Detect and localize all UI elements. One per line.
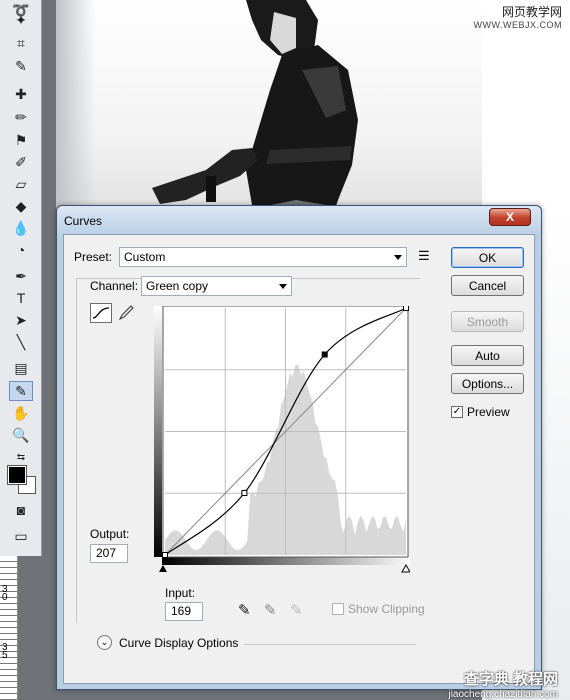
ok-button[interactable]: OK xyxy=(451,247,524,268)
dialog-title: Curves xyxy=(64,214,103,228)
preset-value: Custom xyxy=(124,250,166,264)
brush-tool-icon[interactable]: ✏ xyxy=(9,107,33,127)
paint-bucket-tool-icon[interactable]: ◆ xyxy=(9,196,33,216)
channel-dropdown[interactable]: Green copy xyxy=(141,276,292,296)
screen-mode-icon[interactable]: ▭ xyxy=(9,526,33,546)
vertical-ruler: 3 0 3 5 xyxy=(0,556,18,700)
quick-mask-icon[interactable]: ◙ xyxy=(9,500,33,520)
black-eyedropper-icon[interactable]: ✎ xyxy=(238,601,251,619)
chevron-down-icon xyxy=(394,255,402,260)
curve-point[interactable] xyxy=(241,490,248,497)
watermark-top: 网页教学网 WWW.WEBJX.COM xyxy=(474,6,563,32)
smooth-button[interactable]: Smooth xyxy=(451,311,524,332)
output-field[interactable]: 207 xyxy=(90,544,128,563)
dialog-titlebar[interactable]: Curves X xyxy=(57,206,541,234)
watermark-bottom-url: jiaocheng.chazidian.com xyxy=(448,689,558,700)
ruler-label: 5 xyxy=(2,650,8,661)
pen-tool-icon[interactable]: ✒ xyxy=(9,266,33,286)
canvas-photo xyxy=(56,0,482,236)
input-field[interactable]: 169 xyxy=(165,602,203,621)
expand-chevron-icon[interactable]: ⌄ xyxy=(97,635,112,650)
preview-checkbox[interactable]: ✓ xyxy=(451,406,463,418)
output-gradient-bar xyxy=(154,306,162,557)
tools-panel: ➰ ✦ ⌗ ✎ ✚ ✏ ⚑ ✐ ▱ ◆ 💧 ◔ ✒ T ➤ ╲ ▤ ✎ ✋ 🔍 … xyxy=(0,0,42,556)
show-clipping-checkbox[interactable] xyxy=(332,603,344,615)
preview-label: Preview xyxy=(467,405,510,419)
swap-colors-icon[interactable]: ⇆ xyxy=(9,447,33,467)
curve-icon xyxy=(92,307,110,319)
eyedropper-active-tool-icon[interactable]: ✎ xyxy=(9,381,33,401)
zoom-tool-icon[interactable]: 🔍 xyxy=(9,425,33,445)
gray-eyedropper-icon[interactable]: ✎ xyxy=(264,601,277,619)
notes-tool-icon[interactable]: ▤ xyxy=(9,358,33,378)
black-point-slider[interactable] xyxy=(159,565,167,572)
dodge-tool-icon[interactable]: ◔ xyxy=(9,240,33,260)
watermark-top-url: WWW.WEBJX.COM xyxy=(473,20,562,30)
preset-label: Preset: xyxy=(74,250,113,264)
close-button[interactable]: X xyxy=(489,208,531,226)
woman-with-gun-image xyxy=(152,0,386,236)
pencil-icon xyxy=(118,305,134,321)
auto-button[interactable]: Auto xyxy=(451,345,524,366)
history-brush-tool-icon[interactable]: ✐ xyxy=(9,152,33,172)
checkmark-icon: ✓ xyxy=(452,406,462,417)
separator-line xyxy=(244,644,416,645)
preset-dropdown[interactable]: Custom xyxy=(119,247,407,267)
clone-stamp-tool-icon[interactable]: ⚑ xyxy=(9,130,33,150)
input-gradient-bar xyxy=(162,557,410,565)
curves-graph[interactable] xyxy=(154,306,410,582)
white-eyedropper-icon[interactable]: ✎ xyxy=(290,601,303,619)
cancel-button[interactable]: Cancel xyxy=(451,275,524,296)
eyedropper-tool-icon[interactable]: ✎ xyxy=(9,56,33,76)
dialog-content: Preset: Custom ☰ Channel: Green copy Out… xyxy=(63,234,535,684)
curves-dialog: Curves X Preset: Custom ☰ Channel: Green… xyxy=(56,205,542,690)
ruler-label: 0 xyxy=(2,592,8,603)
channel-label: Channel: xyxy=(90,279,139,293)
eraser-tool-icon[interactable]: ▱ xyxy=(9,174,33,194)
watermark-bottom: 查字典 教程网 jiaocheng.chazidian.com xyxy=(448,668,558,700)
channel-value: Green copy xyxy=(146,279,209,293)
type-tool-icon[interactable]: T xyxy=(9,288,33,308)
options-button[interactable]: Options... xyxy=(451,373,524,394)
preset-options-icon[interactable]: ☰ xyxy=(418,248,430,264)
watermark-top-title: 网页教学网 xyxy=(501,5,562,19)
output-label: Output: xyxy=(90,527,130,541)
white-point-slider[interactable] xyxy=(401,563,410,573)
curve-display-options-label[interactable]: Curve Display Options xyxy=(119,636,238,650)
curve-point[interactable] xyxy=(403,306,409,311)
foreground-color-swatch[interactable] xyxy=(7,465,27,485)
blur-tool-icon[interactable]: 💧 xyxy=(9,218,33,238)
curve-point[interactable] xyxy=(162,552,168,558)
chevron-down-icon xyxy=(279,284,287,289)
watermark-bottom-title: 查字典 教程网 xyxy=(463,671,558,688)
pencil-tool-button[interactable] xyxy=(116,303,136,323)
selected-curve-point[interactable] xyxy=(321,351,328,358)
path-selection-tool-icon[interactable]: ➤ xyxy=(9,310,33,330)
healing-brush-tool-icon[interactable]: ✚ xyxy=(9,84,33,104)
line-tool-icon[interactable]: ╲ xyxy=(9,332,33,352)
crop-tool-icon[interactable]: ⌗ xyxy=(9,33,33,53)
magic-wand-tool-icon[interactable]: ✦ xyxy=(9,10,33,30)
curve-point-tool-button[interactable] xyxy=(90,303,112,323)
show-clipping-label: Show Clipping xyxy=(348,602,425,616)
input-label: Input: xyxy=(165,586,196,600)
hand-tool-icon[interactable]: ✋ xyxy=(9,403,33,423)
